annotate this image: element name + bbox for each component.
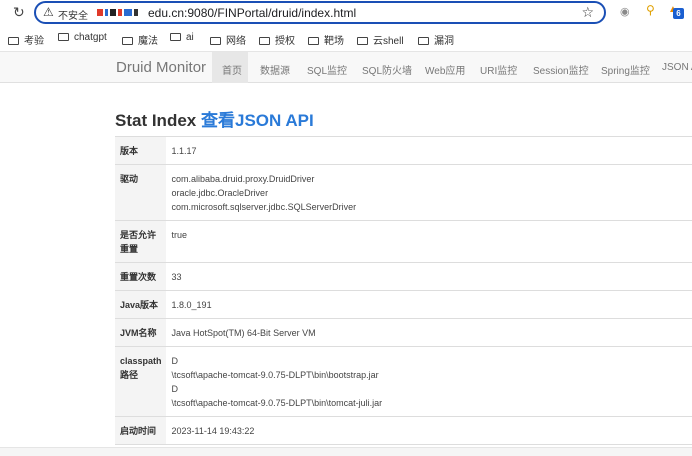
row-key: classpath路径 bbox=[115, 346, 166, 417]
folder-icon bbox=[418, 37, 429, 45]
folder-icon bbox=[8, 37, 19, 45]
value-line: 1.8.0_191 bbox=[171, 300, 212, 310]
warning-triangle-icon[interactable]: ⚠ bbox=[43, 5, 54, 19]
value-line: oracle.jdbc.OracleDriver bbox=[171, 188, 269, 198]
bookmark-folder[interactable]: chatgpt bbox=[58, 32, 107, 43]
bookmark-folder[interactable]: 考验 bbox=[8, 32, 44, 47]
value-line: Java HotSpot(TM) 64-Bit Server VM bbox=[171, 328, 316, 338]
bookmark-folder[interactable]: 云shell bbox=[357, 32, 404, 47]
folder-icon bbox=[259, 37, 270, 45]
table-row: 是否允许重置 true bbox=[115, 220, 692, 263]
stat-table: 版本 1.1.17 驱动 com.alibaba.druid.proxy.Dru… bbox=[115, 136, 692, 445]
bookmark-folder[interactable]: 魔法 bbox=[122, 32, 158, 47]
table-row: JVM名称 Java HotSpot(TM) 64-Bit Server VM bbox=[115, 318, 692, 347]
row-key: 版本 bbox=[115, 136, 166, 165]
table-row: 驱动 com.alibaba.druid.proxy.DruidDriver o… bbox=[115, 164, 692, 221]
nav-item-uri[interactable]: URI监控 bbox=[480, 62, 517, 77]
reload-icon[interactable]: ↻ bbox=[13, 4, 25, 21]
value-line: com.microsoft.sqlserver.jdbc.SQLServerDr… bbox=[171, 202, 357, 212]
redacted-host bbox=[97, 9, 145, 17]
eye-extension-icon[interactable]: ◉ bbox=[620, 5, 630, 18]
bookmark-folder[interactable]: 靶场 bbox=[308, 32, 344, 47]
row-value: 1.1.17 bbox=[165, 136, 692, 165]
folder-icon bbox=[357, 37, 368, 45]
row-key: 是否允许重置 bbox=[115, 220, 166, 263]
row-value: 33 bbox=[165, 262, 692, 291]
value-line: 1.1.17 bbox=[171, 146, 197, 156]
url-text[interactable]: edu.cn:9080/FINPortal/druid/index.html bbox=[148, 6, 356, 20]
table-row: classpath路径 D \tcsoft\apache-tomcat-9.0.… bbox=[115, 346, 692, 417]
row-key: 启动时间 bbox=[115, 416, 166, 445]
table-row: Java版本 1.8.0_191 bbox=[115, 290, 692, 319]
nav-item-spring[interactable]: Spring监控 bbox=[601, 62, 650, 77]
page-title: Stat Index 查看JSON API bbox=[115, 106, 314, 131]
pin-extension-icon[interactable]: ⚲ bbox=[646, 3, 655, 17]
row-value: D \tcsoft\apache-tomcat-9.0.75-DLPT\bin\… bbox=[165, 346, 692, 417]
value-line: D bbox=[171, 384, 179, 394]
json-api-link[interactable]: 查看JSON API bbox=[201, 111, 314, 130]
bookmark-folder[interactable]: 漏洞 bbox=[418, 32, 454, 47]
nav-item-sql[interactable]: SQL监控 bbox=[307, 62, 347, 77]
brand[interactable]: Druid Monitor bbox=[116, 59, 206, 76]
folder-icon bbox=[170, 33, 181, 41]
row-value: 2023-11-14 19:43:22 bbox=[165, 416, 692, 445]
value-line: \tcsoft\apache-tomcat-9.0.75-DLPT\bin\to… bbox=[171, 398, 383, 408]
row-value: 1.8.0_191 bbox=[165, 290, 692, 319]
row-key: 驱动 bbox=[115, 164, 166, 221]
value-line: 2023-11-14 19:43:22 bbox=[171, 426, 255, 436]
insecure-label[interactable]: 不安全 bbox=[58, 7, 88, 22]
bookmark-folder[interactable]: 授权 bbox=[259, 32, 295, 47]
bookmarks-bar: 考验 chatgpt 魔法 ai 网络 授权 靶场 云shell 漏洞 bbox=[0, 28, 692, 50]
row-value: true bbox=[165, 220, 692, 263]
folder-icon bbox=[58, 33, 69, 41]
row-key: JVM名称 bbox=[115, 318, 166, 347]
page-footer bbox=[0, 447, 692, 456]
nav-item-webapp[interactable]: Web应用 bbox=[425, 62, 465, 77]
nav-item-json[interactable]: JSON A bbox=[662, 62, 692, 73]
extension-icon[interactable]: ▲ 6 bbox=[668, 4, 684, 20]
value-line: D bbox=[171, 356, 179, 366]
value-line: true bbox=[171, 230, 188, 240]
omnibox[interactable]: ⚠ 不安全 edu.cn:9080/FINPortal/druid/index.… bbox=[34, 1, 606, 24]
folder-icon bbox=[210, 37, 221, 45]
folder-icon bbox=[122, 37, 133, 45]
value-line: 33 bbox=[171, 272, 182, 282]
nav-item-home[interactable]: 首页 bbox=[222, 62, 242, 77]
bookmark-star-icon[interactable]: ☆ bbox=[581, 4, 594, 21]
row-key: 重置次数 bbox=[115, 262, 166, 291]
bookmark-folder[interactable]: 网络 bbox=[210, 32, 246, 47]
row-value: Java HotSpot(TM) 64-Bit Server VM bbox=[165, 318, 692, 347]
folder-icon bbox=[308, 37, 319, 45]
value-line: com.alibaba.druid.proxy.DruidDriver bbox=[171, 174, 315, 184]
row-key: Java版本 bbox=[115, 290, 166, 319]
nav-item-session[interactable]: Session监控 bbox=[533, 62, 589, 77]
table-row: 版本 1.1.17 bbox=[115, 136, 692, 165]
nav-item-datasource[interactable]: 数据源 bbox=[260, 62, 290, 77]
value-line: \tcsoft\apache-tomcat-9.0.75-DLPT\bin\bo… bbox=[171, 370, 379, 380]
druid-navbar: Druid Monitor 首页 数据源 SQL监控 SQL防火墙 Web应用 … bbox=[0, 51, 692, 83]
address-bar-row: ↻ ⚠ 不安全 edu.cn:9080/FINPortal/druid/inde… bbox=[0, 0, 692, 26]
table-row: 重置次数 33 bbox=[115, 262, 692, 291]
extension-badge: 6 bbox=[673, 8, 684, 19]
page-title-text: Stat Index bbox=[115, 111, 197, 130]
nav-item-wall[interactable]: SQL防火墙 bbox=[362, 62, 412, 77]
bookmark-folder[interactable]: ai bbox=[170, 32, 194, 43]
row-value: com.alibaba.druid.proxy.DruidDriver orac… bbox=[165, 164, 692, 221]
table-row: 启动时间 2023-11-14 19:43:22 bbox=[115, 416, 692, 445]
